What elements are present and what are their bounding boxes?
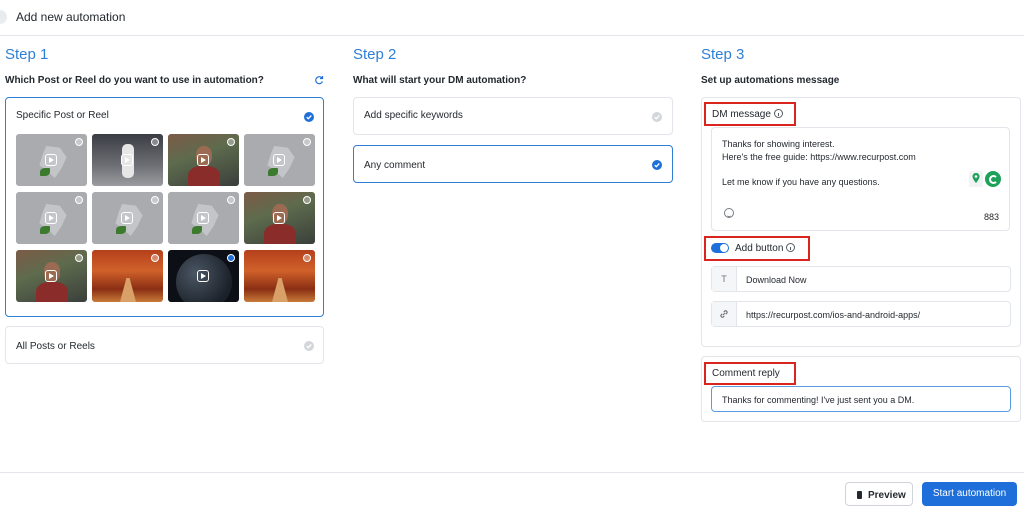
step1-question: Which Post or Reel do you want to use in… <box>5 75 264 86</box>
emoji-icon[interactable] <box>724 208 734 218</box>
post-thumbnail[interactable] <box>92 134 163 186</box>
post-thumbnail[interactable] <box>16 250 87 302</box>
thumbnail-radio[interactable] <box>75 138 83 146</box>
thumbnail-radio[interactable] <box>303 138 311 146</box>
dm-message-line: Thanks for showing interest. <box>722 139 835 149</box>
add-button-label: Add button <box>735 243 784 254</box>
step1-heading: Step 1 <box>5 46 49 63</box>
specific-post-check-icon <box>304 112 314 122</box>
thumbnail-radio[interactable] <box>227 196 235 204</box>
post-thumbnail[interactable] <box>244 192 315 244</box>
post-thumbnail[interactable] <box>92 250 163 302</box>
preview-button[interactable]: Preview <box>845 482 913 506</box>
post-thumbnail[interactable] <box>168 134 239 186</box>
button-text-input[interactable]: T Download Now <box>711 266 1011 292</box>
top-bar: Add new automation <box>0 0 1024 36</box>
post-thumbnail-selected[interactable] <box>168 250 239 302</box>
character-counter: 883 <box>983 212 999 222</box>
comment-reply-label: Comment reply <box>712 368 780 379</box>
dm-message-input[interactable]: Thanks for showing interest. Here's the … <box>711 127 1010 231</box>
thumbnail-radio[interactable] <box>151 254 159 262</box>
button-text-value: Download Now <box>746 275 807 285</box>
specific-keywords-label: Add specific keywords <box>364 110 463 121</box>
thumbnail-radio[interactable] <box>75 196 83 204</box>
reel-icon <box>197 270 209 282</box>
post-thumbnail[interactable] <box>168 192 239 244</box>
info-icon[interactable] <box>773 108 783 118</box>
keywords-check-icon <box>652 112 662 122</box>
reel-icon <box>45 154 57 166</box>
dm-message-title: DM message <box>712 108 783 120</box>
add-button-toggle[interactable] <box>711 243 729 253</box>
comment-reply-input[interactable]: Thanks for commenting! I've just sent yo… <box>711 386 1011 412</box>
specific-post-option[interactable]: Specific Post or Reel <box>5 97 324 317</box>
specific-post-label: Specific Post or Reel <box>16 110 109 121</box>
thumbnail-radio[interactable] <box>151 196 159 204</box>
dm-message-line: Here's the free guide: https://www.recur… <box>722 152 916 162</box>
phone-icon <box>857 491 862 499</box>
comment-reply-value: Thanks for commenting! I've just sent yo… <box>722 395 915 405</box>
step2-heading: Step 2 <box>353 46 397 63</box>
reel-icon <box>121 154 133 166</box>
reel-icon <box>197 212 209 224</box>
post-thumbnail[interactable] <box>92 192 163 244</box>
add-button-title: Add button <box>735 242 796 254</box>
button-url-input[interactable]: https://recurpost.com/ios-and-android-ap… <box>711 301 1011 327</box>
post-thumbnail[interactable] <box>244 250 315 302</box>
dm-message-label: DM message <box>712 109 771 120</box>
text-type-icon: T <box>712 267 737 291</box>
reel-icon <box>45 270 57 282</box>
reel-icon <box>121 212 133 224</box>
back-button[interactable] <box>0 10 7 24</box>
thumbnail-radio[interactable] <box>151 138 159 146</box>
map-pin-icon[interactable] <box>969 171 983 187</box>
post-thumbnail[interactable] <box>244 134 315 186</box>
all-posts-option[interactable]: All Posts or Reels <box>5 326 324 364</box>
any-comment-label: Any comment <box>364 160 426 171</box>
link-icon <box>712 302 737 326</box>
any-comment-option[interactable]: Any comment <box>353 145 673 183</box>
grammarly-icon[interactable] <box>985 171 1001 187</box>
page-title: Add new automation <box>16 10 126 24</box>
step3-heading: Step 3 <box>701 46 745 63</box>
start-automation-button[interactable]: Start automation <box>922 482 1017 506</box>
all-posts-check-icon <box>304 341 314 351</box>
preview-label: Preview <box>868 490 906 501</box>
any-comment-check-icon <box>652 160 662 170</box>
step3-question: Set up automations message <box>701 75 840 86</box>
all-posts-label: All Posts or Reels <box>16 341 95 352</box>
refresh-icon[interactable] <box>314 75 324 85</box>
thumbnail-radio-selected[interactable] <box>227 254 235 262</box>
specific-keywords-option[interactable]: Add specific keywords <box>353 97 673 135</box>
button-url-value: https://recurpost.com/ios-and-android-ap… <box>746 310 921 320</box>
thumbnail-radio[interactable] <box>75 254 83 262</box>
thumbnail-radio[interactable] <box>303 196 311 204</box>
reel-icon <box>273 154 285 166</box>
reel-icon <box>273 212 285 224</box>
step2-question: What will start your DM automation? <box>353 75 527 86</box>
thumbnail-radio[interactable] <box>227 138 235 146</box>
info-icon[interactable] <box>786 242 796 252</box>
dm-message-line: Let me know if you have any questions. <box>722 177 880 187</box>
thumbnail-radio[interactable] <box>303 254 311 262</box>
post-thumbnail[interactable] <box>16 192 87 244</box>
post-thumbnail[interactable] <box>16 134 87 186</box>
reel-icon <box>197 154 209 166</box>
reel-icon <box>45 212 57 224</box>
